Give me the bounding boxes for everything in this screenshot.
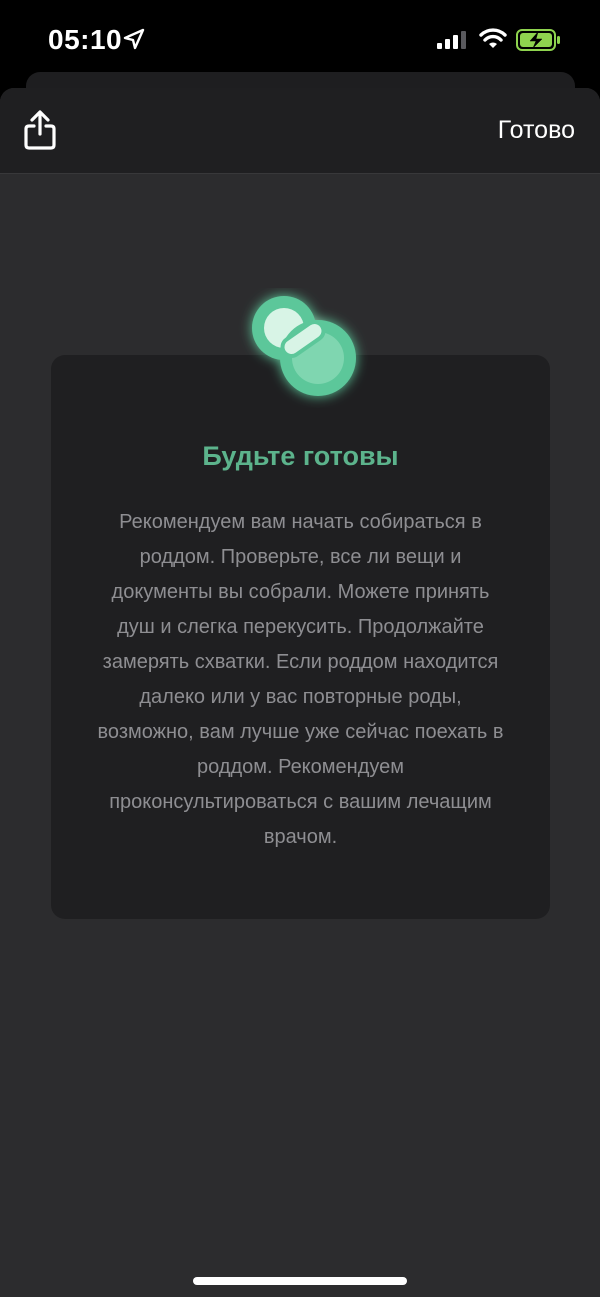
status-time: 05:10: [48, 24, 123, 55]
pacifier-icon: [252, 296, 356, 396]
home-indicator[interactable]: [193, 1277, 407, 1285]
nav-bar: Готово: [0, 88, 600, 174]
wifi-icon: [479, 28, 507, 48]
modal-sheet: Готово Будьте готовы Рекомендуем вам нач…: [0, 88, 600, 1297]
share-button[interactable]: [20, 108, 60, 152]
share-icon: [24, 110, 56, 150]
battery-charging-icon: [516, 29, 560, 51]
status-bar: 05:10: [0, 0, 600, 80]
card-body-text: Рекомендуем вам начать собираться в родд…: [97, 511, 504, 848]
screen: 05:10 Готово Будьте готовы Рекомендуем в…: [0, 0, 600, 1297]
location-arrow-icon: [123, 28, 145, 50]
info-card: Будьте готовы Рекомендуем вам начать соб…: [51, 355, 550, 919]
cellular-signal-icon: [437, 31, 466, 49]
done-button[interactable]: Готово: [498, 116, 575, 145]
card-title: Будьте готовы: [202, 441, 399, 471]
